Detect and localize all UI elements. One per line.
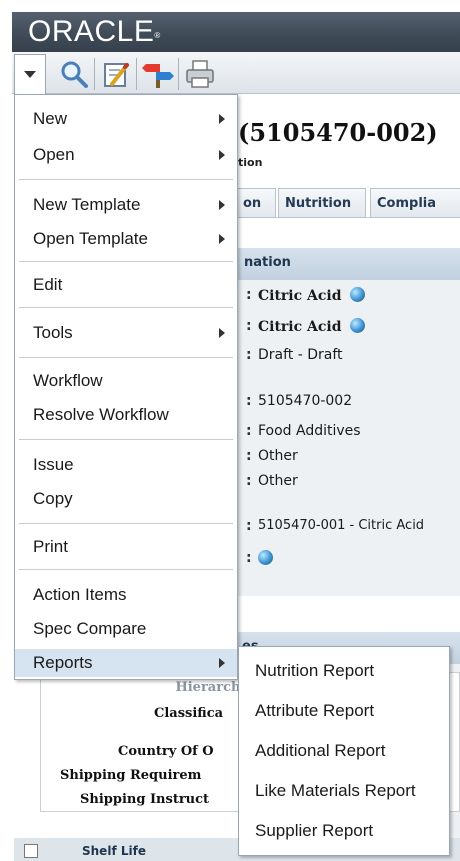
actions-menu: New Open New Template Open Template Edit…	[14, 94, 238, 680]
globe-icon[interactable]	[258, 550, 273, 565]
chevron-right-icon	[219, 658, 225, 668]
chevron-right-icon	[219, 234, 225, 244]
menu-item-issue[interactable]: Issue	[15, 451, 237, 479]
tab-partial[interactable]: on	[236, 188, 276, 218]
menu-item-open[interactable]: Open	[15, 141, 237, 169]
submenu-item-attribute-report[interactable]: Attribute Report	[239, 697, 449, 725]
menu-item-workflow[interactable]: Workflow	[15, 367, 237, 395]
field-type-2: Other	[258, 473, 298, 489]
menu-item-tools[interactable]: Tools	[15, 319, 237, 347]
signpost-icon[interactable]	[142, 58, 174, 90]
field-name-1: Citric Acid	[258, 287, 365, 304]
menu-item-action-items[interactable]: Action Items	[15, 581, 237, 609]
toolbar-separator	[178, 58, 179, 90]
reports-submenu: Nutrition Report Attribute Report Additi…	[238, 646, 450, 856]
tab-bar: on Nutrition Complia	[236, 188, 460, 218]
edit-icon[interactable]	[100, 58, 132, 90]
toolbar-separator	[136, 58, 137, 90]
field-status: Draft - Draft	[258, 347, 343, 363]
chevron-right-icon	[219, 114, 225, 124]
menu-item-spec-compare[interactable]: Spec Compare	[15, 615, 237, 643]
field-globe	[258, 550, 273, 567]
search-icon[interactable]	[58, 58, 90, 90]
menu-separator	[19, 261, 233, 262]
globe-icon[interactable]	[349, 318, 365, 333]
submenu-item-nutrition-report[interactable]: Nutrition Report	[239, 657, 449, 685]
menu-separator	[19, 439, 233, 440]
field-type-1: Other	[258, 448, 298, 464]
field-template[interactable]: 5105470-001 - Citric Acid	[258, 518, 424, 533]
menu-separator	[19, 523, 233, 524]
menu-item-new-template[interactable]: New Template	[15, 191, 237, 219]
field-name-2: Citric Acid	[258, 318, 365, 335]
tab-compliance[interactable]: Complia	[370, 188, 460, 218]
menu-item-reports[interactable]: Reports	[15, 649, 237, 677]
oracle-logo: ORACLE®	[28, 15, 161, 48]
menu-separator	[19, 357, 233, 358]
page-title: (5105470-002)	[238, 118, 438, 147]
submenu-item-like-materials-report[interactable]: Like Materials Report	[239, 777, 449, 805]
expand-checkbox[interactable]	[24, 844, 38, 858]
menu-item-resolve-workflow[interactable]: Resolve Workflow	[15, 401, 237, 429]
label-country-of-origin: Country Of O	[118, 744, 214, 759]
app-header: ORACLE®	[12, 12, 460, 52]
submenu-item-supplier-report[interactable]: Supplier Report	[239, 817, 449, 845]
field-category: Food Additives	[258, 423, 361, 439]
chevron-right-icon	[219, 200, 225, 210]
label-shipping-requirements: Shipping Requirem	[60, 768, 202, 783]
label-classification: Classifica	[154, 706, 224, 721]
label-shipping-instructions: Shipping Instruct	[80, 792, 210, 807]
globe-icon[interactable]	[349, 287, 365, 302]
menu-item-new[interactable]: New	[15, 105, 237, 133]
menu-item-print[interactable]: Print	[15, 533, 237, 561]
menu-separator	[19, 307, 233, 308]
toolbar-separator	[94, 58, 95, 90]
submenu-item-additional-report[interactable]: Additional Report	[239, 737, 449, 765]
field-number: 5105470-002	[258, 393, 353, 409]
panel-header: nation	[238, 248, 460, 280]
menu-item-open-template[interactable]: Open Template	[15, 225, 237, 253]
chevron-right-icon	[219, 328, 225, 338]
printer-icon[interactable]	[184, 58, 216, 90]
actions-dropdown-icon[interactable]	[14, 54, 46, 94]
menu-item-copy[interactable]: Copy	[15, 485, 237, 513]
chevron-right-icon	[219, 150, 225, 160]
menu-separator	[19, 179, 233, 180]
menu-item-edit[interactable]: Edit	[15, 271, 237, 299]
page-subtitle: tion	[238, 156, 263, 169]
menu-separator	[19, 569, 233, 570]
tab-nutrition[interactable]: Nutrition	[278, 188, 366, 218]
